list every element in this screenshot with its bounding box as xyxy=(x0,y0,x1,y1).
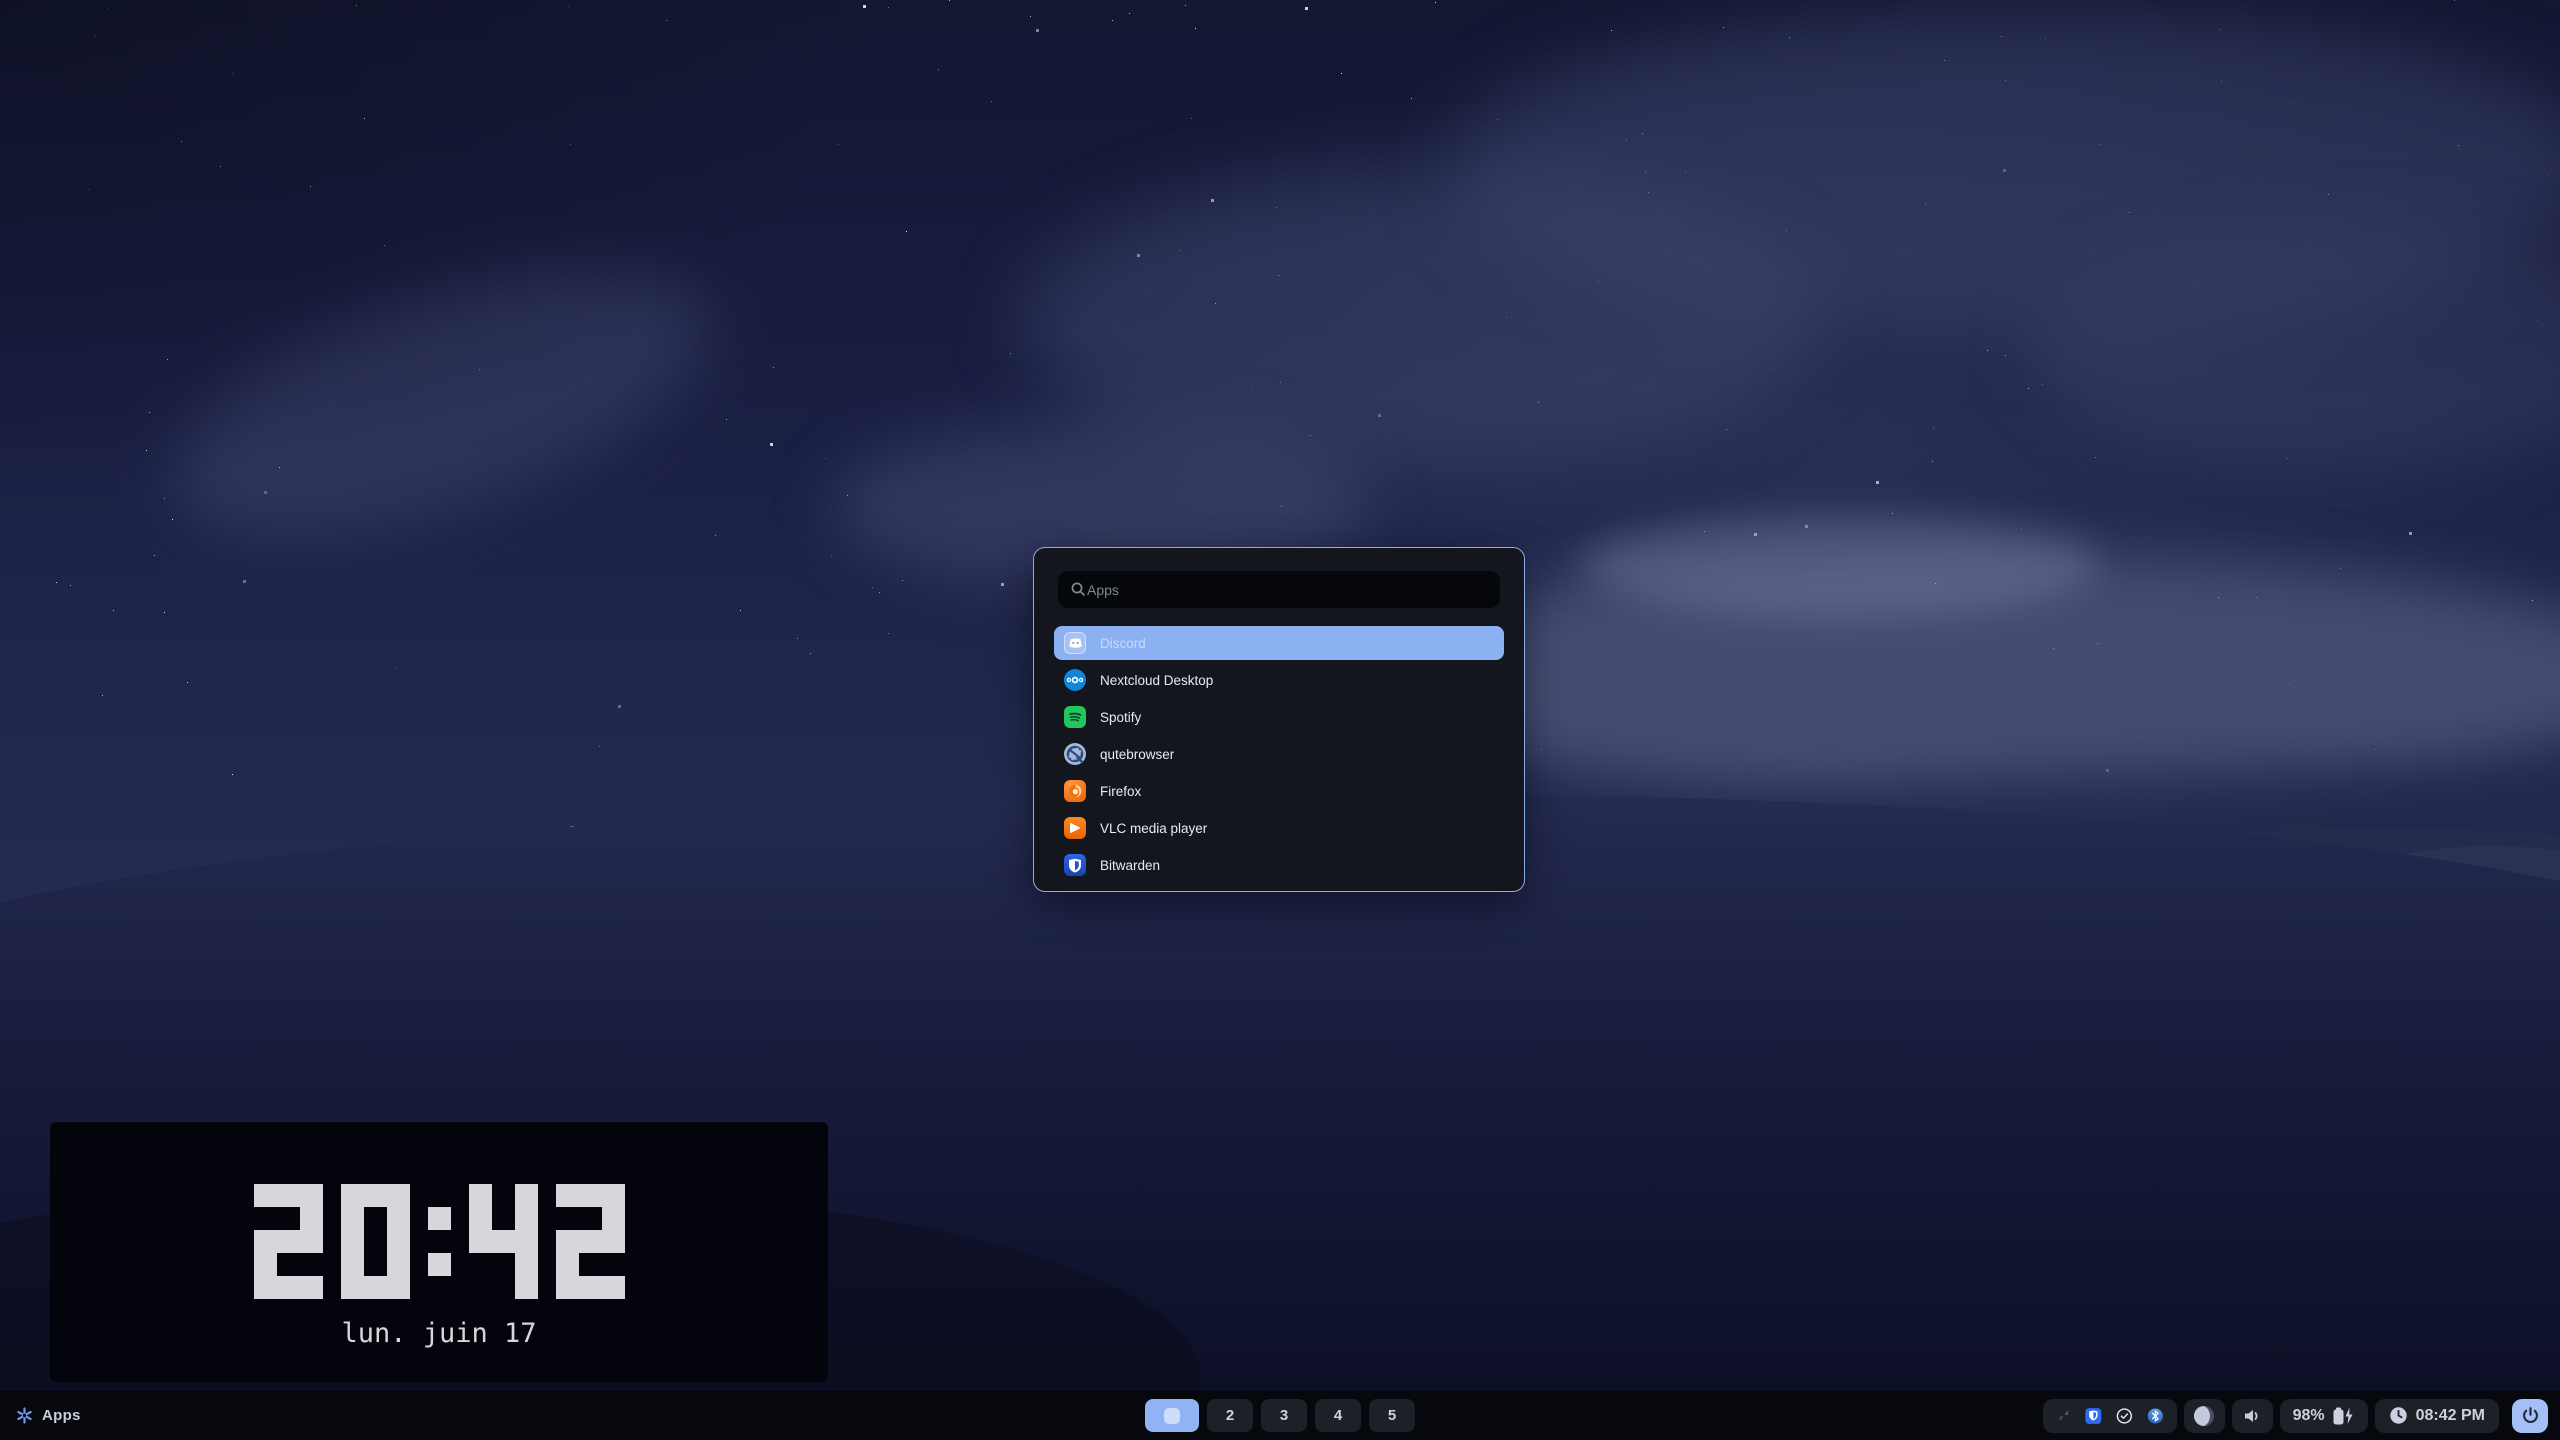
list-item-label: qutebrowser xyxy=(1100,747,1174,762)
volume-icon xyxy=(2242,1407,2262,1425)
power-icon xyxy=(2521,1406,2540,1425)
taskbar: Apps 2 3 4 5 xyxy=(0,1391,2560,1440)
nextcloud-icon xyxy=(1064,669,1086,691)
workspace-active-indicator xyxy=(1164,1408,1180,1424)
list-item-vlc[interactable]: VLC media player xyxy=(1054,811,1504,845)
bitwarden-tray-icon[interactable] xyxy=(2085,1406,2102,1426)
battery-icon xyxy=(2331,1406,2355,1426)
search-icon xyxy=(1070,581,1087,598)
discord-icon xyxy=(1064,632,1086,654)
list-item-bitwarden[interactable]: Bitwarden xyxy=(1054,848,1504,882)
battery-indicator[interactable]: 98% xyxy=(2280,1399,2368,1433)
app-list: Discord Nextcloud Desktop Spotify xyxy=(1054,626,1504,885)
clock-icon xyxy=(2389,1406,2408,1425)
bitwarden-icon xyxy=(1064,854,1086,876)
list-item-qutebrowser[interactable]: qutebrowser xyxy=(1054,737,1504,771)
clock-indicator[interactable]: 08:42 PM xyxy=(2375,1399,2499,1433)
workspace-2[interactable]: 2 xyxy=(1207,1399,1253,1432)
list-item-label: VLC media player xyxy=(1100,821,1207,836)
launcher-search[interactable] xyxy=(1058,571,1500,608)
list-item-firefox[interactable]: Firefox xyxy=(1054,774,1504,808)
battery-percent: 98% xyxy=(2293,1407,2325,1425)
list-item-label: Firefox xyxy=(1100,784,1141,799)
tray-icon-group xyxy=(2043,1399,2177,1433)
list-item-label: Spotify xyxy=(1100,710,1141,725)
vlc-icon xyxy=(1064,817,1086,839)
volume-button[interactable] xyxy=(2232,1399,2273,1433)
night-light-toggle[interactable] xyxy=(2184,1399,2225,1433)
spotify-icon xyxy=(1064,706,1086,728)
workspace-3[interactable]: 3 xyxy=(1261,1399,1307,1432)
power-button[interactable] xyxy=(2512,1399,2548,1433)
network-activity-icon[interactable] xyxy=(2056,1406,2072,1425)
search-input[interactable] xyxy=(1087,582,1488,598)
desktop-clock-widget: lun. juin 17 xyxy=(50,1122,828,1382)
list-item-label: Discord xyxy=(1100,636,1146,651)
app-launcher: Discord Nextcloud Desktop Spotify xyxy=(1033,547,1525,892)
apps-menu-button[interactable]: Apps xyxy=(16,1391,81,1440)
workspace-5[interactable]: 5 xyxy=(1369,1399,1415,1432)
night-light-icon xyxy=(2194,1406,2214,1426)
workspace-4[interactable]: 4 xyxy=(1315,1399,1361,1432)
firefox-icon xyxy=(1064,780,1086,802)
list-item-nextcloud[interactable]: Nextcloud Desktop xyxy=(1054,663,1504,697)
nix-snowflake-icon xyxy=(16,1407,33,1424)
workspace-1[interactable] xyxy=(1145,1399,1199,1432)
digital-date: lun. juin 17 xyxy=(50,1318,828,1349)
check-circle-icon[interactable] xyxy=(2116,1406,2133,1426)
system-tray-area: 98% 08:42 PM xyxy=(2043,1391,2548,1440)
bluetooth-icon[interactable] xyxy=(2147,1406,2164,1426)
qutebrowser-icon xyxy=(1064,743,1086,765)
list-item-label: Bitwarden xyxy=(1100,858,1160,873)
apps-menu-label: Apps xyxy=(42,1407,81,1424)
list-item-spotify[interactable]: Spotify xyxy=(1054,700,1504,734)
list-item-label: Nextcloud Desktop xyxy=(1100,673,1213,688)
workspace-switcher: 2 3 4 5 xyxy=(1145,1391,1415,1440)
list-item-discord[interactable]: Discord xyxy=(1054,626,1504,660)
digital-time xyxy=(50,1184,828,1299)
taskbar-time: 08:42 PM xyxy=(2416,1407,2485,1425)
